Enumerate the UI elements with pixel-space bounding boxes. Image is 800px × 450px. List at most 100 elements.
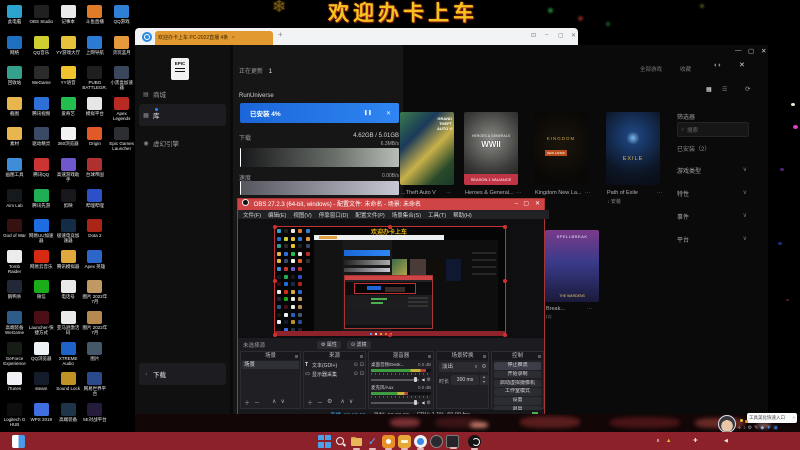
duration-stepper[interactable]: ▲ ▼ (480, 375, 488, 385)
desktop-icon[interactable]: Dota 2 (82, 219, 107, 243)
desktop-icon[interactable]: Apex 英雄 (82, 249, 107, 274)
grid-view-icon[interactable]: ▦ (706, 86, 712, 93)
desktop-icon[interactable]: 高速游戏助手 (56, 158, 81, 182)
desktop-icon[interactable]: 记事本 (56, 5, 81, 29)
desktop-icon[interactable]: iTunes (2, 372, 27, 396)
obs-menu-item[interactable]: 停靠窗口(D) (319, 211, 349, 219)
volume-slider[interactable] (371, 377, 420, 382)
transition-select[interactable]: 淡出 ∨ (439, 362, 480, 372)
desktop-icon[interactable]: Epic Games Launcher (109, 127, 134, 151)
scenes-toolbar[interactable]: ＋－ ∧ ∨ (244, 398, 285, 407)
widget-gear-icon[interactable]: ⚙ (748, 425, 752, 431)
tray-plus-icon[interactable]: ✚ (693, 438, 698, 444)
epic-minimize-button[interactable]: — (735, 47, 742, 54)
widget-app-icon[interactable]: ▣ (773, 425, 778, 431)
game-tile-gta-v[interactable]: GRAND THEFT AUTO V (400, 112, 454, 185)
epic-maximize-button[interactable]: ▢ (748, 47, 754, 55)
pause-download-button[interactable]: ❚❚ (364, 110, 372, 116)
desktop-icon[interactable]: Sound Lock (56, 372, 81, 396)
library-close-icon[interactable]: ✕ (739, 61, 745, 69)
tray-volume-icon[interactable]: ◀ (724, 438, 728, 444)
transitions-dock-title[interactable]: 场景转换 (437, 352, 488, 360)
tab-close-icon[interactable]: × (232, 35, 235, 41)
game-tile-label[interactable]: Break... (546, 306, 565, 312)
desktop-icon[interactable]: 上网导航 (82, 35, 107, 60)
desktop-icon[interactable]: 网易云音乐 (29, 249, 54, 274)
filter-group-1[interactable]: 特性 ∨ (677, 189, 747, 199)
source-row[interactable]: T 文本(GDI+) ⊙ ⊡ (305, 361, 364, 369)
widget-music-icon[interactable]: ♪ (743, 425, 746, 431)
control-button-1[interactable]: 开始录制 (494, 370, 541, 379)
sidebar-item-store[interactable]: ▤ 商城 (139, 86, 226, 102)
desktop-icon[interactable]: GeForce Experience (2, 341, 27, 366)
obs-titlebar[interactable]: OBS 27.2.3 (64-bit, windows) - 配置文件: 未命名… (238, 199, 544, 210)
desktop-icon[interactable]: 腾讯QQ (29, 158, 54, 182)
tile-menu-icon[interactable]: ⋯ (516, 190, 522, 196)
tile-menu-icon[interactable]: ⋯ (587, 306, 593, 312)
library-header-link-2[interactable]: 收藏 (680, 65, 691, 73)
friends-icon[interactable]: ◖◗ (713, 62, 721, 69)
volume-slider-row[interactable]: ◀ ⚙ (371, 400, 431, 406)
file-explorer-icon[interactable] (350, 435, 363, 450)
controls-dock-title[interactable]: 控制 (492, 352, 543, 360)
control-button-2[interactable]: 启动虚拟摄像机 (494, 379, 541, 388)
obs-menu-item[interactable]: 场景集合(S) (392, 211, 421, 219)
tray-chevron-icon[interactable]: ∧ (656, 438, 660, 444)
obs-close-button[interactable]: ✕ (535, 199, 540, 210)
transition-properties-button[interactable]: ⚙ (480, 362, 488, 372)
desktop-icon[interactable]: 剪映 (56, 188, 81, 213)
desktop-icon[interactable]: 斗鱼直播 (82, 5, 107, 29)
avatar[interactable] (718, 415, 736, 433)
control-button-3[interactable]: 工作室模式 (494, 388, 541, 396)
channel-gear-icon[interactable]: ⚙ (427, 377, 431, 383)
desktop-icon[interactable]: 微信 (29, 280, 54, 304)
game-tile-heroes-generals[interactable]: HEROES & GENERALS WWII SEASON 1 VALIANCE (464, 112, 518, 185)
desktop-icon[interactable]: 贪玩蓝月 (109, 35, 134, 60)
desktop-icon[interactable]: WeGame (29, 66, 54, 90)
tile-menu-icon[interactable]: ⋯ (446, 190, 452, 196)
beautify-tooltip[interactable]: 工具美化快速入口 × (747, 413, 797, 423)
control-button-4[interactable]: 设置 (494, 397, 541, 405)
obs-menu-item[interactable]: 配置文件(P) (355, 211, 384, 219)
desktop-icon[interactable]: QQ浏览器 (29, 341, 54, 366)
slider-knob[interactable] (414, 377, 418, 382)
eye-icon[interactable]: ⊙ (354, 371, 358, 377)
game-tile-kingdom[interactable]: KINGDOM NEW LANDS (534, 112, 588, 185)
sidebar-item-library[interactable]: ▦ 库 (139, 104, 226, 126)
source-filters-button[interactable]: ⊙ 滤镜 (346, 340, 371, 349)
taskbar[interactable]: ✓ ∧ ▲ ✚ ◀ 7:04 2022/08/21 (0, 432, 800, 450)
game-tile-spellbreak[interactable]: SPELLBREAK THE WARDENS (545, 230, 599, 302)
browser-window[interactable]: 欢迎办卡上车 PC-2022直播 4条 × + ⊡ – ▢ ✕ (135, 28, 578, 45)
checkmark-app-icon[interactable]: ✓ (366, 435, 379, 450)
taskbar-search-icon[interactable] (334, 435, 347, 448)
desktop-icon[interactable]: 图片 2022年7月 (82, 280, 107, 304)
desktop-icon[interactable]: 图片 (82, 341, 107, 366)
obs-menu-item[interactable]: 文件(F) (243, 211, 261, 219)
sidebar-item-unreal-engine[interactable]: ◉ 虚幻引擎 (139, 134, 226, 152)
desktop-icon[interactable]: 台球帝国 (82, 158, 107, 182)
obs-preview-capture[interactable]: 欢迎办卡上车 (273, 225, 507, 337)
tray-warning-icon[interactable]: ▲ (666, 438, 671, 444)
obs-taskbar-icon[interactable] (468, 434, 481, 450)
desktop-icon[interactable]: 模拟平台 (82, 96, 107, 121)
desktop-icon[interactable]: 360浏览器 (56, 127, 81, 151)
desktop-icon[interactable]: 素材 (2, 127, 27, 151)
desktop-icon[interactable]: 网络 (2, 35, 27, 60)
game-tile-label[interactable]: Heroes & General... (465, 190, 514, 196)
desktop-icon[interactable]: YY游戏大厅 (56, 35, 81, 60)
browser-extra-icon[interactable]: ⊡ (531, 32, 536, 39)
desktop-icon[interactable]: 高端装备WeGame (2, 311, 27, 335)
start-button[interactable] (318, 434, 331, 448)
desktop-icon[interactable]: 极速电竞加速器 (56, 219, 81, 243)
volume-slider[interactable] (371, 400, 420, 405)
speaker-icon[interactable]: ◀ (421, 400, 424, 405)
appstore-icon[interactable] (398, 434, 411, 450)
desktop-icon[interactable]: 鹅鸭杀 (2, 280, 27, 304)
desktop-icon[interactable]: 驱动精灵 (29, 127, 54, 151)
sources-dock-title[interactable]: 来源 (304, 352, 365, 360)
obs-maximize-button[interactable]: ▢ (523, 199, 529, 210)
desktop-icon[interactable]: PUBG BATTLEGR.. (82, 66, 107, 90)
obs-menu-item[interactable]: 编辑(E) (268, 211, 286, 219)
obs-menu-item[interactable]: 工具(T) (428, 211, 446, 219)
tile-menu-icon[interactable]: ⋯ (657, 190, 663, 196)
